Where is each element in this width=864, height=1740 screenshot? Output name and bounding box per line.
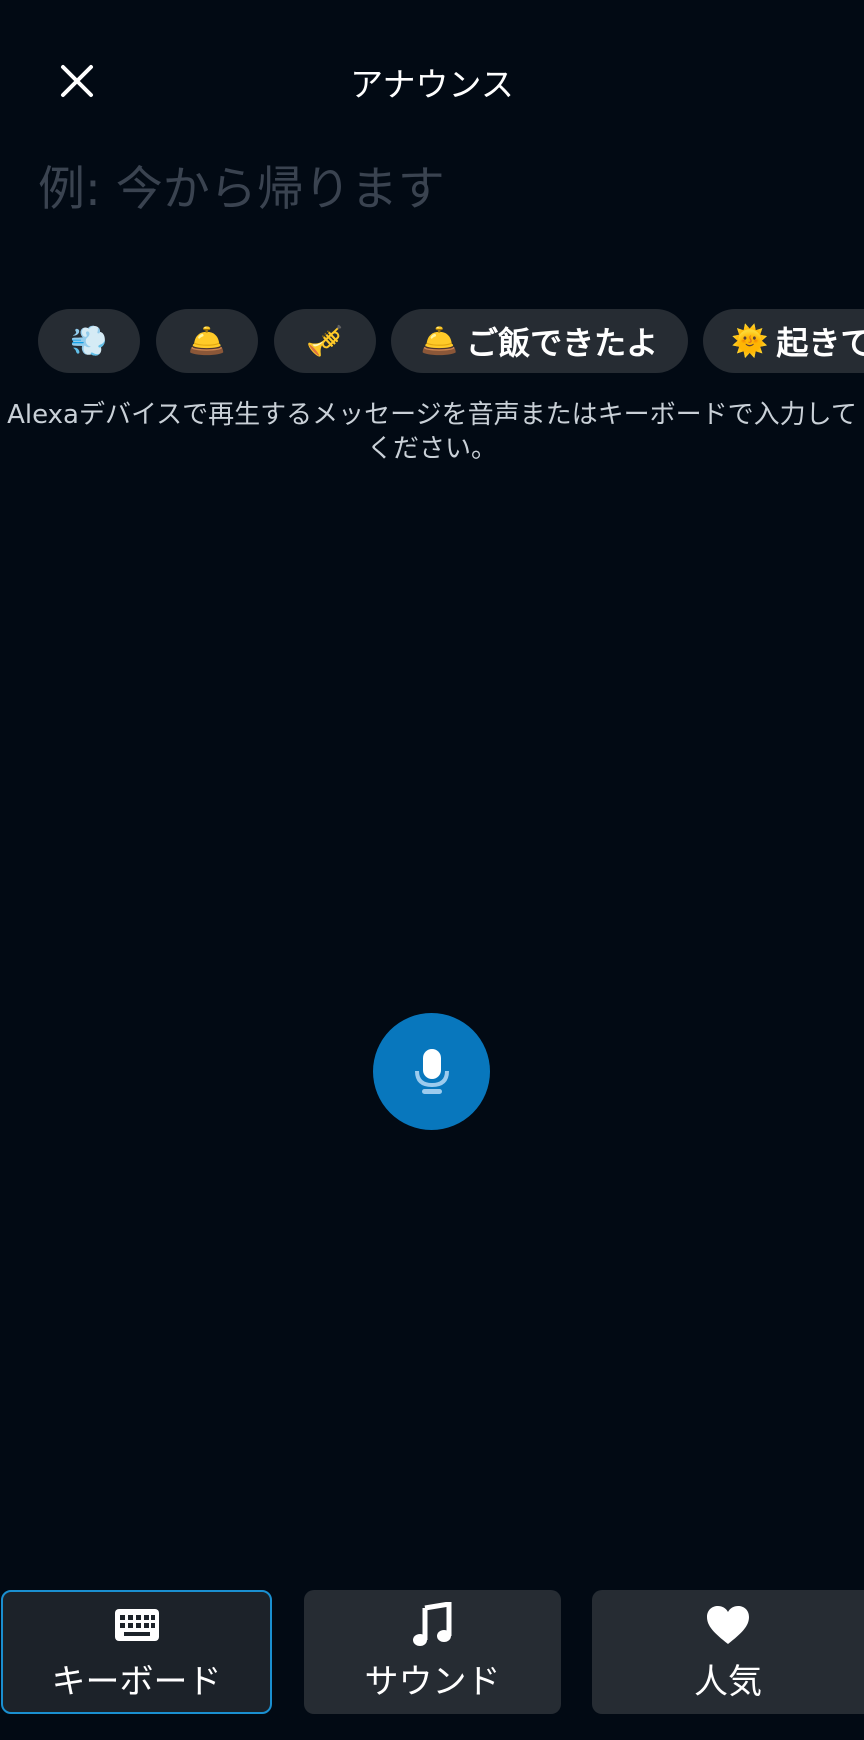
chip-wind[interactable]: 💨: [38, 309, 140, 373]
wind-icon: 💨: [70, 323, 108, 359]
instruction-line-2: ください。: [366, 434, 497, 464]
microphone-icon: [414, 1048, 449, 1094]
instruction-text: Alexaデバイスで再生するメッセージを音声またはキーボードで入力して ください…: [0, 398, 864, 466]
keyboard-icon: [114, 1602, 160, 1648]
sun-icon: 🌞: [731, 323, 769, 359]
chip-bell[interactable]: 🛎️: [156, 309, 258, 373]
microphone-button[interactable]: [373, 1013, 490, 1130]
chip-wake-up[interactable]: 🌞 起きて: [703, 309, 864, 373]
trumpet-icon: 🎺: [306, 323, 344, 359]
bell-icon: 🛎️: [420, 323, 459, 359]
page-title: アナウンス: [350, 65, 514, 104]
tab-label: キーボード: [51, 1661, 222, 1702]
music-note-icon: [412, 1601, 453, 1648]
heart-icon: [706, 1602, 750, 1648]
chip-label: ご飯できたよ: [466, 324, 659, 362]
message-input[interactable]: 例: 今から帰ります: [38, 150, 818, 230]
tab-label: 人気: [694, 1661, 762, 1702]
announce-screen: アナウンス 例: 今から帰ります 💨 🛎️ 🎺 🛎️ ご飯できたよ 🌞 起きて …: [0, 0, 864, 1740]
chip-trumpet[interactable]: 🎺: [274, 309, 376, 373]
chip-dinner-ready[interactable]: 🛎️ ご飯できたよ: [391, 309, 688, 373]
chip-label: 起きて: [776, 324, 864, 362]
tab-popular[interactable]: 人気: [592, 1590, 864, 1714]
tab-keyboard[interactable]: キーボード: [1, 1590, 272, 1714]
tab-sound[interactable]: サウンド: [304, 1590, 561, 1714]
instruction-line-1: Alexaデバイスで再生するメッセージを音声またはキーボードで入力して: [7, 400, 857, 430]
bell-icon: 🛎️: [188, 323, 226, 359]
tab-label: サウンド: [364, 1661, 501, 1702]
